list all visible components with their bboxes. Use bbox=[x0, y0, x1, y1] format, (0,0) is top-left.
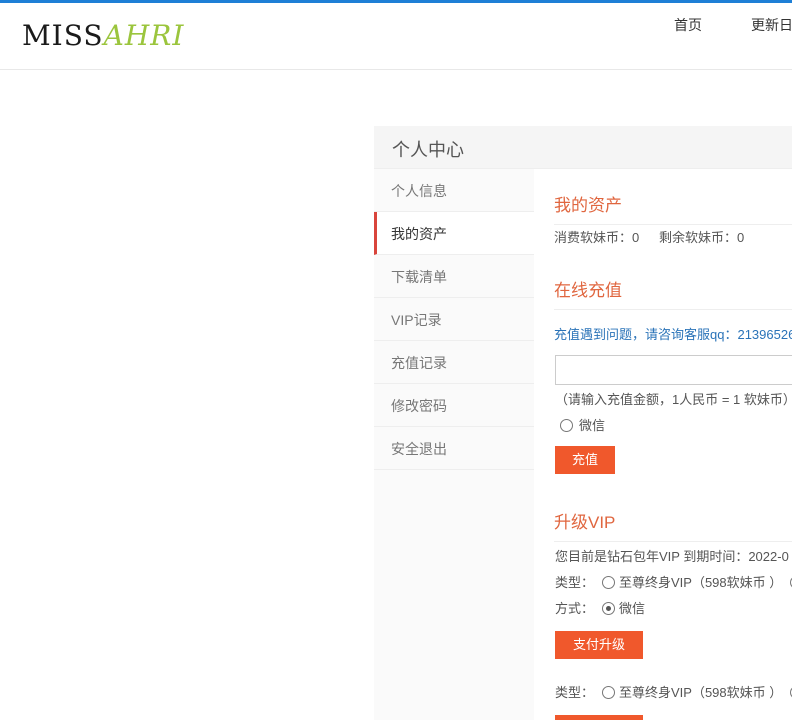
recharge-button[interactable]: 充值 bbox=[555, 446, 615, 474]
vip-method-option: 微信 bbox=[619, 601, 646, 616]
pay-upgrade-button-2[interactable] bbox=[555, 715, 643, 720]
site-logo[interactable]: MISSAHRI bbox=[22, 19, 184, 53]
sidebar-item-downloads[interactable]: 下载清单 bbox=[374, 255, 534, 298]
sidebar-item-label: 安全退出 bbox=[391, 441, 447, 457]
sidebar-item-logout[interactable]: 安全退出 bbox=[374, 427, 534, 470]
nav-home[interactable]: 首页 bbox=[674, 15, 702, 35]
panel-title: 个人中心 bbox=[392, 140, 464, 160]
nav-update[interactable]: 更新日 bbox=[751, 15, 792, 35]
sidebar-item-label: 下载清单 bbox=[391, 269, 447, 285]
logo-text-miss: MISS bbox=[22, 19, 104, 52]
assets-section-title: 我的资产 bbox=[554, 196, 622, 215]
logo-text-ahri: AHRI bbox=[103, 19, 185, 52]
sidebar-item-label: 充值记录 bbox=[391, 355, 447, 371]
vip-type-option-2: 至尊终身VIP（598软妹币 ） bbox=[619, 685, 783, 700]
main-content: 我的资产 消费软妹币：0 剩余软妹币：0 在线充值 充值遇到问题，请咨询客服qq… bbox=[554, 169, 792, 720]
vip-method-wechat-radio[interactable] bbox=[602, 602, 615, 615]
sidebar: 个人信息 我的资产 下载清单 VIP记录 充值记录 修改密码 安全退出 bbox=[374, 169, 534, 720]
divider bbox=[554, 224, 792, 225]
vip-type-radio[interactable] bbox=[602, 576, 615, 589]
divider bbox=[554, 309, 792, 310]
sidebar-item-label: 我的资产 bbox=[391, 226, 447, 242]
wechat-label: 微信 bbox=[579, 418, 606, 433]
wechat-radio[interactable] bbox=[560, 419, 573, 432]
remaining-balance: 剩余软妹币：0 bbox=[659, 230, 745, 245]
site-header: MISSAHRI 首页 更新日 bbox=[0, 3, 792, 70]
recharge-section-title: 在线充值 bbox=[554, 281, 622, 300]
vip-type-radio-3[interactable] bbox=[602, 686, 615, 699]
sidebar-item-recharge-records[interactable]: 充值记录 bbox=[374, 341, 534, 384]
vip-type-label-2: 类型： bbox=[555, 685, 595, 700]
pay-upgrade-button[interactable]: 支付升级 bbox=[555, 631, 643, 659]
vip-type-label: 类型： bbox=[555, 575, 595, 590]
sidebar-item-vip-records[interactable]: VIP记录 bbox=[374, 298, 534, 341]
vip-section-title: 升级VIP bbox=[554, 513, 616, 532]
consumed-balance: 消费软妹币：0 bbox=[554, 230, 640, 245]
recharge-amount-input[interactable] bbox=[555, 355, 792, 385]
vip-type-option: 至尊终身VIP（598软妹币 ） bbox=[619, 575, 783, 590]
user-center-panel: 个人中心 个人信息 我的资产 下载清单 VIP记录 充值记录 修改密码 安全退出… bbox=[374, 126, 792, 720]
sidebar-item-label: VIP记录 bbox=[391, 312, 442, 328]
recharge-amount-hint: （请输入充值金额，1人民币 = 1 软妹币） bbox=[555, 392, 792, 407]
sidebar-item-label: 修改密码 bbox=[391, 398, 447, 414]
recharge-help-text[interactable]: 充值遇到问题，请咨询客服qq：21396526 bbox=[554, 324, 792, 343]
sidebar-item-assets[interactable]: 我的资产 bbox=[374, 212, 534, 255]
sidebar-item-profile[interactable]: 个人信息 bbox=[374, 169, 534, 212]
vip-status-text: 您目前是钻石包年VIP 到期时间：2022-0 bbox=[555, 549, 789, 564]
panel-header: 个人中心 bbox=[374, 126, 792, 169]
sidebar-item-label: 个人信息 bbox=[391, 183, 447, 199]
divider bbox=[554, 541, 792, 542]
sidebar-item-change-password[interactable]: 修改密码 bbox=[374, 384, 534, 427]
vip-method-label: 方式： bbox=[555, 601, 595, 616]
